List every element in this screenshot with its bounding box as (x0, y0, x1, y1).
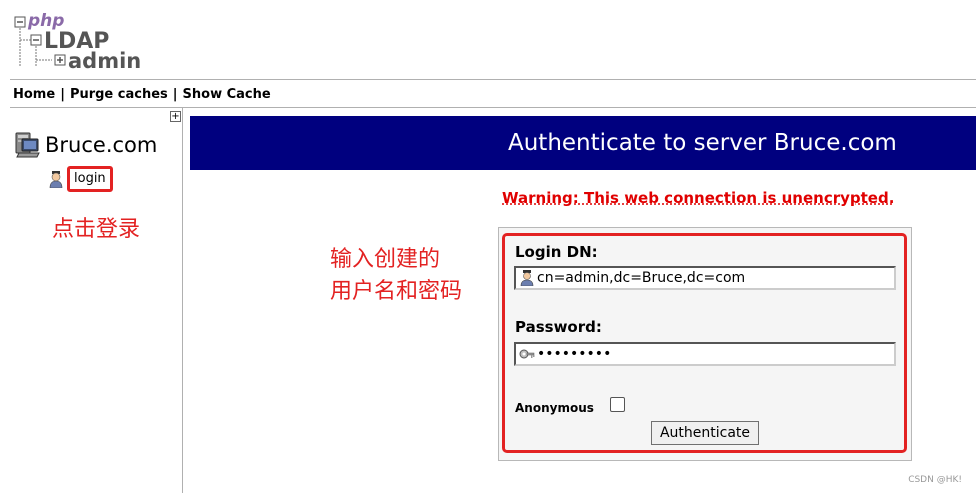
tree-login-item[interactable]: login (48, 166, 113, 192)
phpldapadmin-logo[interactable]: php LDAP admin (12, 8, 142, 72)
annotation-enter-credentials: 输入创建的 用户名和密码 (330, 244, 462, 308)
watermark: CSDN @HK! (908, 475, 962, 485)
password-label: Password: (515, 318, 602, 336)
logo-php-text: php (27, 11, 64, 31)
menu-purge-caches-link[interactable]: Purge caches (70, 87, 168, 102)
login-dn-label: Login DN: (515, 243, 598, 261)
top-menu: Home | Purge caches | Show Cache (13, 87, 271, 102)
tree-server-name: Bruce.com (45, 133, 158, 157)
expand-tree-button[interactable]: + (170, 111, 181, 122)
login-dn-field[interactable] (514, 266, 896, 290)
server-tree-panel: + Bruce.com login 点击登录 (10, 108, 183, 493)
unencrypted-warning: Warning: This web connection is unencryp… (502, 189, 895, 207)
key-icon (519, 349, 535, 359)
user-icon (49, 171, 63, 188)
page-title: Authenticate to server Bruce.com (508, 130, 897, 156)
page-title-bar: Authenticate to server Bruce.com (190, 116, 976, 170)
anonymous-checkbox[interactable] (610, 397, 625, 412)
menu-show-cache-link[interactable]: Show Cache (183, 87, 271, 102)
password-field[interactable] (514, 342, 896, 366)
annotation-line: 用户名和密码 (330, 279, 463, 304)
menu-separator: | (60, 87, 65, 102)
anonymous-label: Anonymous (515, 401, 594, 415)
annotation-line: 输入创建的 (330, 247, 441, 272)
user-icon (520, 270, 534, 286)
logo-admin-text: admin (68, 49, 141, 72)
menu-separator: | (172, 87, 178, 102)
annotation-click-login: 点击登录 (52, 217, 141, 242)
password-input[interactable] (537, 344, 887, 364)
login-dn-input[interactable] (537, 268, 887, 288)
tree-server-item[interactable]: Bruce.com (13, 130, 157, 160)
tree-login-link[interactable]: login (67, 166, 113, 192)
logo-graphic: php LDAP admin (14, 11, 141, 72)
header-divider (10, 79, 976, 80)
server-icon (15, 132, 40, 158)
menu-home-link[interactable]: Home (13, 87, 55, 102)
authenticate-button[interactable]: Authenticate (651, 421, 759, 445)
